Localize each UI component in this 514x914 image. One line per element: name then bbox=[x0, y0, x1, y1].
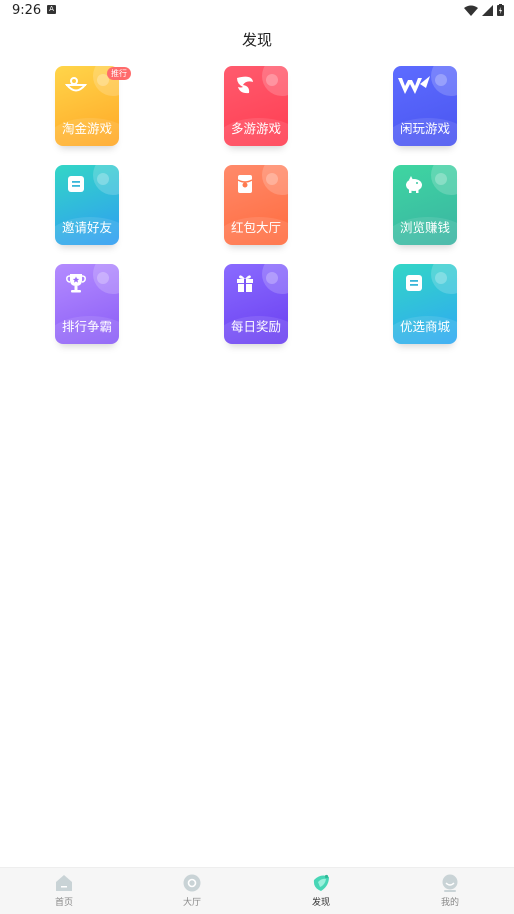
signal-icon bbox=[482, 4, 493, 16]
tile-label: 排行争霸 bbox=[61, 319, 112, 334]
tile-label: 优选商城 bbox=[399, 319, 450, 334]
home-icon bbox=[56, 875, 72, 891]
nav-label: 大厅 bbox=[182, 898, 201, 908]
piggy-bank-icon bbox=[406, 176, 422, 193]
bottom-nav: 首页 大厅 发现 我的 bbox=[0, 867, 514, 914]
tile-label: 浏览赚钱 bbox=[399, 220, 450, 235]
swirl-logo-icon bbox=[237, 76, 253, 94]
discover-icon bbox=[313, 874, 329, 891]
nav-profile[interactable]: 我的 bbox=[420, 868, 480, 914]
battery-icon bbox=[497, 4, 504, 16]
red-envelope-icon bbox=[237, 175, 253, 193]
tile-leaderboard[interactable]: 排行争霸 bbox=[55, 264, 119, 344]
tile-select-mall[interactable]: 优选商城 bbox=[393, 264, 457, 344]
page-title: 发现 bbox=[241, 31, 272, 49]
status-icons bbox=[464, 4, 504, 16]
status-bar: 9:26 A bbox=[0, 0, 514, 22]
tile-label: 红包大厅 bbox=[230, 220, 281, 235]
tile-label: 淘金游戏 bbox=[61, 121, 112, 136]
nav-discover[interactable]: 发现 bbox=[291, 868, 351, 914]
notification-a-icon: A bbox=[47, 5, 56, 14]
tile-red-packet-hall[interactable]: 红包大厅 bbox=[224, 165, 288, 245]
nav-label: 我的 bbox=[440, 898, 459, 908]
tile-daily-rewards[interactable]: 每日奖励 bbox=[224, 264, 288, 344]
profile-icon bbox=[442, 874, 458, 892]
trophy-icon bbox=[66, 274, 86, 293]
bowl-icon bbox=[64, 77, 88, 92]
tile-multi-games[interactable]: 多游游戏 bbox=[224, 66, 288, 146]
w-logo-icon bbox=[398, 76, 430, 94]
nav-home[interactable]: 首页 bbox=[34, 868, 94, 914]
nav-label: 发现 bbox=[311, 898, 330, 908]
tile-invite-friends[interactable]: 邀请好友 bbox=[55, 165, 119, 245]
recommend-badge: 推行 bbox=[107, 67, 131, 80]
tile-label: 闲玩游戏 bbox=[399, 121, 450, 136]
tile-label: 邀请好友 bbox=[61, 220, 112, 235]
tile-casual-games[interactable]: 闲玩游戏 bbox=[393, 66, 457, 146]
gift-icon bbox=[237, 275, 253, 292]
tile-browse-earn[interactable]: 浏览赚钱 bbox=[393, 165, 457, 245]
lobby-icon bbox=[183, 874, 201, 892]
note-icon bbox=[406, 275, 422, 291]
status-time: 9:26 bbox=[12, 3, 42, 18]
nav-label: 首页 bbox=[54, 898, 73, 908]
tile-label: 多游游戏 bbox=[230, 121, 281, 136]
nav-lobby[interactable]: 大厅 bbox=[162, 868, 222, 914]
tile-label: 每日奖励 bbox=[230, 319, 281, 334]
note-icon bbox=[68, 176, 84, 192]
wifi-icon bbox=[464, 5, 478, 16]
